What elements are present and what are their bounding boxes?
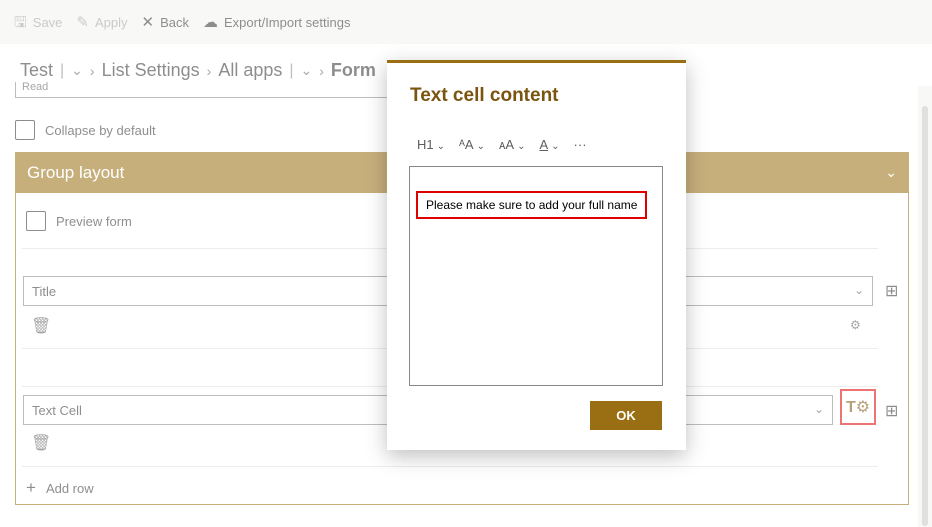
format-toolbar: H1 ⌄ ᴬA ⌄ ᴀA ⌄ A ⌄ ··· [417, 137, 587, 152]
font-color-dropdown[interactable]: A ⌄ [539, 137, 559, 152]
dialog-title: Text cell content [410, 85, 559, 106]
more-options-button[interactable]: ··· [574, 137, 587, 152]
editor-content[interactable]: Please make sure to add your full name [416, 191, 648, 219]
font-size-dropdown[interactable]: ᴬA ⌄ [459, 137, 485, 152]
heading-dropdown[interactable]: H1 ⌄ [417, 137, 445, 152]
text-case-dropdown[interactable]: ᴀA ⌄ [499, 137, 526, 152]
text-cell-content-dialog: Text cell content H1 ⌄ ᴬA ⌄ ᴀA ⌄ A ⌄ ··· Ple… [387, 60, 686, 450]
ok-button[interactable]: OK [590, 401, 662, 430]
rich-text-editor[interactable]: Please make sure to add your full name [409, 166, 663, 386]
